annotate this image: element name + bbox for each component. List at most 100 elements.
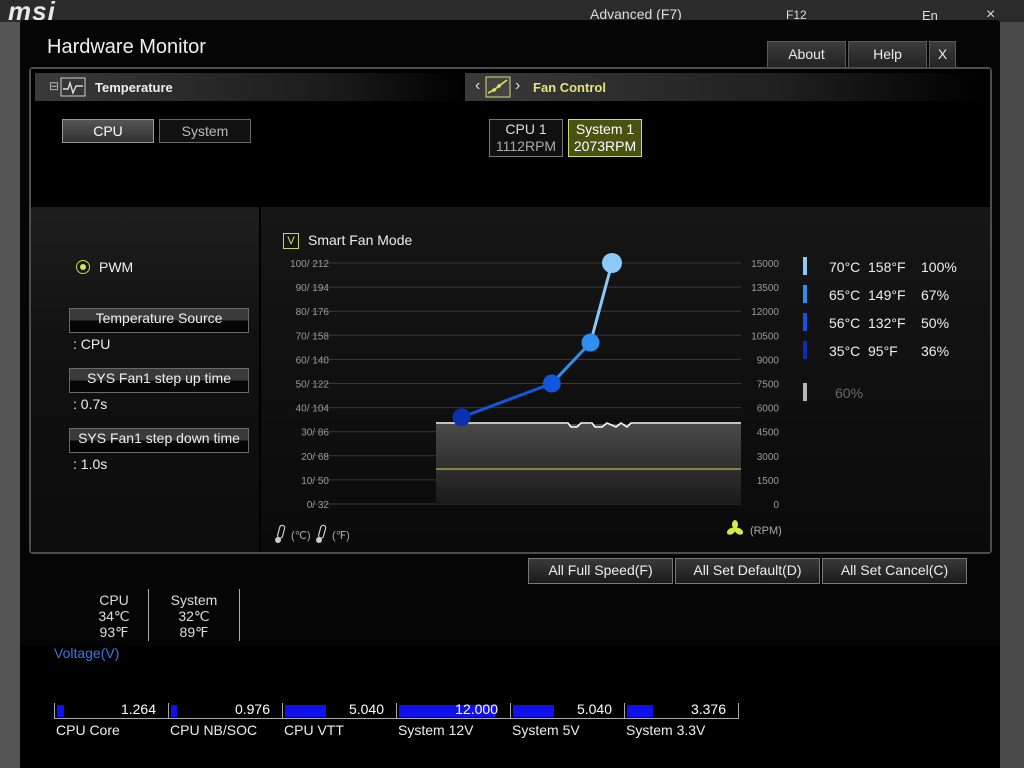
temperature-tab-label[interactable]: Temperature (95, 80, 173, 95)
left-tick-label: 60/ 140 (296, 355, 330, 366)
legend-f: 132°F (868, 315, 906, 331)
all-set-cancel-button[interactable]: All Set Cancel(C) (822, 558, 967, 584)
fan-next-icon[interactable]: › (515, 77, 520, 95)
voltage-fill (57, 705, 64, 717)
left-tick-label: 20/ 68 (301, 452, 329, 463)
fan-curve-point[interactable] (581, 333, 600, 352)
voltage-value: 1.264 (120, 701, 156, 717)
chart-right-axis: 1500013500120001050090007500600045003000… (751, 259, 779, 511)
fan-curve-series (452, 253, 622, 427)
left-tick-label: 90/ 194 (296, 283, 330, 294)
voltage-value: 5.040 (576, 701, 612, 717)
voltage-label: System 5V (512, 722, 580, 738)
temp-divider (148, 589, 149, 641)
temperature-tab-header: ⊟ Temperature (35, 73, 465, 101)
fan-curve-point[interactable] (602, 253, 622, 273)
legend-c: 56°C (829, 315, 861, 331)
fan-curve-point[interactable] (542, 374, 561, 393)
background-left-edge (0, 22, 22, 768)
background-right-edge (1000, 22, 1024, 768)
about-button[interactable]: About (767, 41, 846, 67)
legend-pct: 50% (921, 315, 950, 331)
step-down-time-button[interactable]: SYS Fan1 step down time (69, 428, 249, 453)
thermometer-f-icon (316, 524, 327, 543)
fan-curve-point[interactable] (452, 408, 471, 427)
collapse-icon[interactable]: ⊟ (49, 79, 59, 93)
voltage-meter: 1.264 (54, 701, 168, 719)
temp-divider (239, 589, 240, 641)
right-tick-label: 0 (773, 500, 779, 511)
temperature-source-value: : CPU (73, 336, 111, 352)
temp-celsius: 34℃ (98, 608, 130, 624)
rpm-axis-label: (RPM) (750, 525, 782, 537)
right-tick-label: 13500 (751, 283, 779, 294)
rpm-history-area (436, 424, 741, 504)
fan-control-tab-header: ‹ › Fan Control (465, 73, 985, 101)
voltage-label: CPU Core (56, 722, 120, 738)
voltage-label: CPU VTT (284, 722, 344, 738)
voltage-fill (627, 705, 653, 717)
radio-dot (80, 264, 86, 270)
left-tick-label: 50/ 122 (296, 380, 330, 391)
legend-pct: 100% (921, 259, 957, 275)
voltage-value: 5.040 (348, 701, 384, 717)
step-down-time-value: : 1.0s (73, 456, 108, 472)
step-up-time-value: : 0.7s (73, 396, 108, 412)
fan-icon (726, 520, 744, 535)
cpu-temp-readout: CPU 34℃ 93℉ (80, 592, 148, 640)
right-tick-label: 7500 (757, 380, 780, 391)
left-tick-label: 100/ 212 (290, 259, 329, 270)
temp-fahrenheit: 89℉ (179, 624, 209, 640)
legend-color-bar (803, 313, 807, 331)
temp-source-system-button[interactable]: System (159, 119, 251, 143)
voltage-meter-end (738, 703, 739, 719)
hardware-monitor-window: Hardware Monitor About Help X ⊟ Temperat… (20, 20, 1000, 768)
legend-color-bar (803, 341, 807, 359)
right-tick-label: 15000 (751, 259, 779, 270)
right-tick-label: 6000 (757, 404, 780, 415)
voltage-fill (285, 705, 326, 717)
step-up-time-button[interactable]: SYS Fan1 step up time (69, 368, 249, 393)
help-button[interactable]: Help (848, 41, 927, 67)
legend-c: 70°C (829, 259, 861, 275)
left-tick-label: 70/ 158 (296, 331, 330, 342)
celsius-label: (℃) (291, 530, 311, 542)
fahrenheit-label: (℉) (332, 530, 350, 542)
fan-curve-icon (485, 76, 511, 98)
voltage-label: CPU NB/SOC (170, 722, 258, 738)
window-title: Hardware Monitor (47, 36, 206, 58)
legend-color-bar (803, 257, 807, 275)
monitor-panel: ⊟ Temperature ‹ › Fan Control CPU System… (29, 67, 992, 554)
left-tick-label: 30/ 86 (301, 428, 329, 439)
temperature-source-button[interactable]: Temperature Source (69, 308, 249, 333)
system-temp-readout: System 32℃ 89℉ (160, 592, 228, 640)
voltage-label: System 12V (398, 722, 474, 738)
pwm-radio[interactable] (76, 260, 90, 274)
left-tick-label: 10/ 50 (301, 476, 329, 487)
fan-settings-pane: PWM Temperature Source : CPU SYS Fan1 st… (31, 207, 259, 552)
voltage-value: 12.000 (455, 701, 498, 717)
voltage-fill (171, 705, 177, 717)
temp-name: System (170, 592, 218, 608)
voltage-meter: 5.040 (282, 701, 396, 719)
temp-source-cpu-button[interactable]: CPU (62, 119, 154, 143)
legend-c: 35°C (829, 343, 861, 359)
voltage-value: 0.976 (234, 701, 270, 717)
right-tick-label: 1500 (757, 476, 780, 487)
voltage-meter: 12.000 (396, 701, 510, 719)
voltage-title: Voltage(V) (54, 645, 120, 661)
all-set-default-button[interactable]: All Set Default(D) (675, 558, 820, 584)
close-button[interactable]: X (929, 41, 956, 67)
all-full-speed-button[interactable]: All Full Speed(F) (528, 558, 673, 584)
left-tick-label: 0/ 32 (307, 500, 330, 511)
bios-top-bar (0, 0, 1024, 22)
fan-prev-icon[interactable]: ‹ (475, 77, 480, 95)
fan-control-tab-label[interactable]: Fan Control (533, 80, 606, 95)
legend-pct: 36% (921, 343, 950, 359)
right-tick-label: 4500 (757, 428, 780, 439)
fan-select-cpu1[interactable]: CPU 1 1112RPM (489, 119, 563, 157)
legend-f: 149°F (868, 287, 906, 303)
fan-select-system1[interactable]: System 1 2073RPM (568, 119, 642, 157)
fan-name: System 1 (575, 121, 635, 137)
left-tick-label: 40/ 104 (296, 404, 330, 415)
